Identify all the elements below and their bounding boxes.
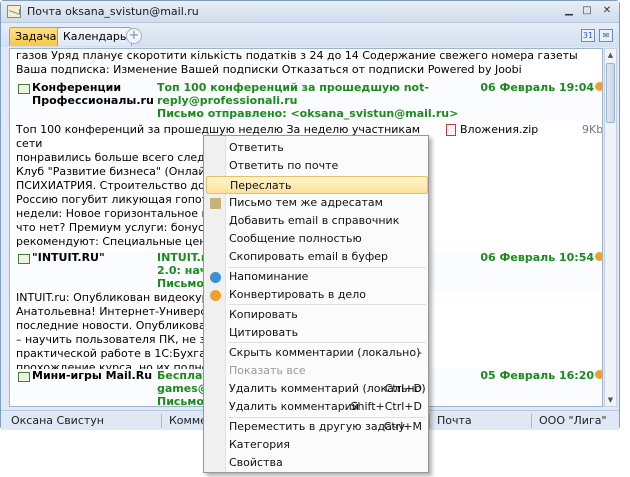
menu-item-full-message[interactable]: Сообщение полностью [206,230,428,248]
attachment[interactable]: Вложения.zip [446,123,538,136]
title-bar: Почта oksana_svistun@mail.ru ▁ □ ✕ [1,1,619,23]
message-subject: Топ 100 конференций за прошедшую not- re… [157,81,459,120]
envelope-icon[interactable]: ✉ [599,29,613,42]
message-date: 06 Февраль 19:04 [480,81,594,94]
menu-item-move-to-task[interactable]: Переместить в другую задачу Ctrl+M [206,418,428,436]
scroll-up-icon[interactable]: ▲ [605,49,616,61]
menu-item-copy-email[interactable]: Скопировать email в буфер [206,248,428,266]
add-tab-icon[interactable]: + [126,28,142,44]
email-icon [18,84,30,94]
message-body-top: газов Уряд планує скоротити кількість по… [16,49,578,76]
flag-icon[interactable] [595,252,602,261]
message-header[interactable]: Конференции Профессионалы.ru Топ 100 кон… [12,81,602,121]
menu-item-add-email-to-directory[interactable]: Добавить email в справочник [206,212,428,230]
message-sender: "INTUIT.RU" [32,251,105,264]
scroll-down-icon[interactable]: ▼ [605,394,616,406]
letter-icon [210,198,221,209]
vertical-scrollbar[interactable]: ▲ ▼ [604,48,617,407]
scroll-thumb[interactable] [606,63,615,123]
minimize-button[interactable]: ▁ [561,4,577,19]
maximize-button[interactable]: □ [579,4,595,19]
window-title: Почта oksana_svistun@mail.ru [27,5,199,18]
menu-item-reply-by-mail[interactable]: Ответить по почте [206,157,428,175]
menu-item-copy[interactable]: Копировать [206,306,428,324]
calendar-icon[interactable]: 31 [581,29,595,42]
message-sender: Мини-игры Mail.Ru [32,369,153,382]
menu-item-convert-to-case[interactable]: Конвертировать в дело [206,286,428,304]
menu-item-show-all: Показать все [229,364,306,377]
menu-item-reminder[interactable]: Напоминание [206,268,428,286]
menu-separator [228,304,426,305]
close-button[interactable]: ✕ [599,4,615,19]
flag-icon[interactable] [595,370,602,379]
status-divider [531,414,532,428]
status-user: Оксана Свистун [11,414,104,427]
menu-item-delete-comment-local[interactable]: Удалить комментарий (локально) Ctrl+D [206,380,428,398]
menu-item-category[interactable]: Категория [206,436,428,454]
attachment-name: Вложения.zip [460,123,539,136]
message-date: 05 Февраль 16:20 [480,369,594,382]
menu-item-quote[interactable]: Цитировать [206,324,428,342]
convert-icon [210,290,221,301]
status-divider [429,414,430,428]
menu-item-delete-comment[interactable]: Удалить комментарий Shift+Ctrl+D [206,398,428,416]
clock-icon [210,272,221,283]
tab-task[interactable]: Задача [9,27,63,46]
status-divider [161,414,162,428]
menu-item-reply[interactable]: Ответить [206,139,428,157]
menu-item-hide-comments[interactable]: Скрыть комментарии (локально) - [206,344,428,362]
zip-file-icon [446,124,456,136]
mail-icon [7,5,21,18]
menu-item-properties[interactable]: Свойства [206,454,428,472]
status-mail: Почта [437,414,472,427]
message-date: 06 Февраль 10:54 [480,251,594,264]
menu-item-mail-same-recipients[interactable]: Письмо тем же адресатам [206,194,428,212]
status-org: ООО "Лига" [539,414,607,427]
tab-calendar[interactable]: Календарь [57,27,133,46]
menu-item-forward[interactable]: Переслать [206,176,428,194]
email-icon [18,254,30,264]
email-icon [18,372,30,382]
message-sender: Конференции Профессионалы.ru [32,81,154,107]
menu-separator [228,342,426,343]
tab-bar: Задача Календарь + 31 ✉ [1,23,619,47]
flag-icon[interactable] [595,82,602,91]
attachment-size: 9Kb [582,123,603,136]
context-menu: Ответить Ответить по почте Переслать Пис… [203,135,429,473]
